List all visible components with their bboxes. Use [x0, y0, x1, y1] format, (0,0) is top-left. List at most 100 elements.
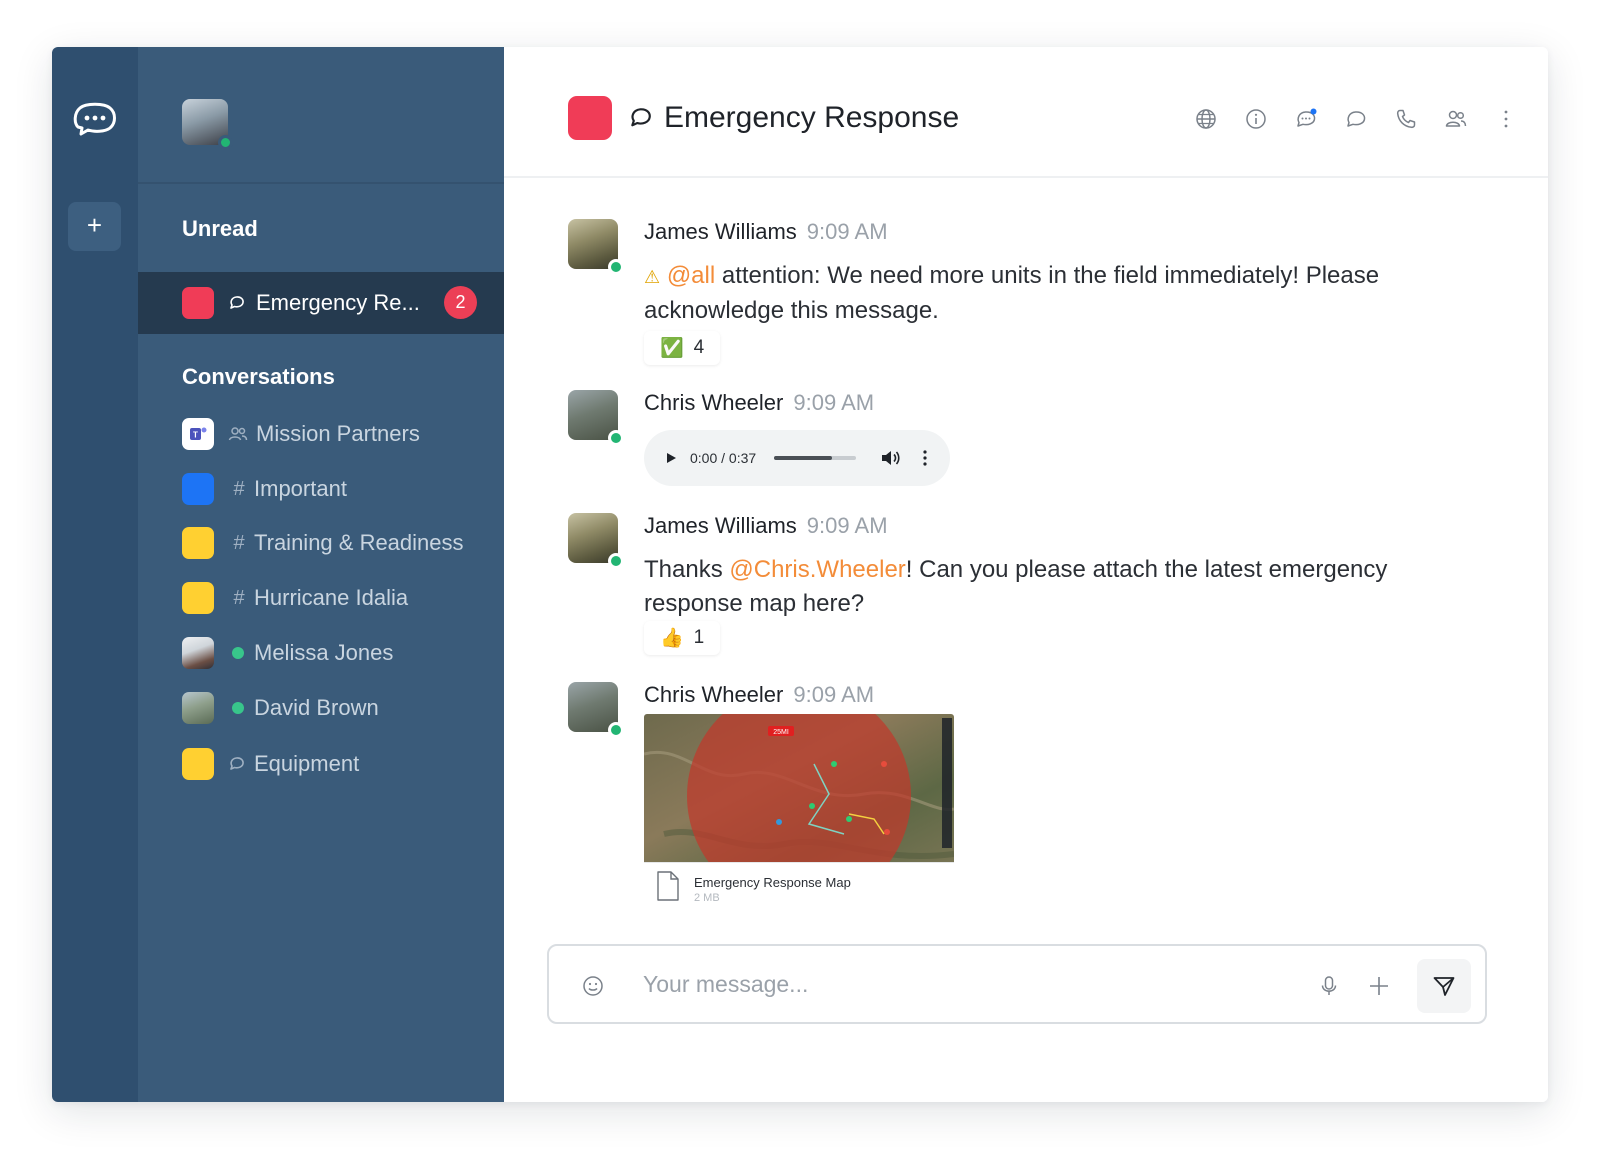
avatar: [182, 637, 214, 669]
message-header: James Williams 9:09 AM: [644, 513, 888, 539]
sidebar-divider: [138, 182, 504, 184]
send-icon: [1433, 977, 1455, 996]
phone-icon[interactable]: [1394, 107, 1418, 131]
online-status-icon: [608, 722, 624, 738]
sidebar-item-label: David Brown: [254, 695, 379, 720]
sidebar-item-mission-partners[interactable]: T Mission Partners: [182, 414, 502, 454]
sidebar-item-important[interactable]: # Important: [182, 469, 502, 509]
message-body: Thanks @Chris.Wheeler! Can you please at…: [644, 553, 1444, 621]
room-avatar: [182, 473, 214, 505]
message: James Williams 9:09 AM ⚠ @all attention: …: [568, 219, 1468, 369]
message-input[interactable]: [643, 966, 1283, 1002]
app-window: + Unread Emergency Re... 2 Conversations…: [52, 47, 1548, 1102]
message-author[interactable]: James Williams: [644, 513, 797, 538]
online-status-icon: [218, 135, 233, 150]
page-title: Emergency Response: [664, 101, 960, 134]
sidebar-item-training-readiness[interactable]: # Training & Readiness: [182, 523, 502, 563]
message-author[interactable]: Chris Wheeler: [644, 682, 783, 707]
sidebar-item-label: Important: [254, 476, 347, 501]
mention-user[interactable]: @Chris.Wheeler: [729, 556, 905, 583]
warning-icon: ⚠: [644, 267, 661, 287]
chat-logo-icon[interactable]: [72, 99, 118, 137]
sidebar-item-label: Training & Readiness: [254, 530, 464, 555]
teams-app-icon: T: [182, 418, 214, 450]
svg-text:T: T: [193, 431, 198, 440]
threads-icon[interactable]: [1294, 107, 1318, 131]
sidebar-item-label: Equipment: [254, 751, 360, 776]
online-status-icon: [608, 259, 624, 275]
audio-options-icon[interactable]: [922, 449, 928, 467]
emoji-icon[interactable]: [581, 974, 605, 998]
avatar[interactable]: [568, 513, 624, 569]
file-size: 2 MB: [694, 892, 720, 904]
file-name: Emergency Response Map: [694, 875, 851, 890]
hash-icon: #: [233, 586, 245, 609]
hash-icon: #: [233, 531, 245, 554]
create-new-button[interactable]: +: [68, 202, 121, 251]
plus-icon[interactable]: [1367, 974, 1391, 998]
unread-section-title: Unread: [182, 216, 258, 241]
members-icon[interactable]: [1444, 107, 1468, 131]
message-time: 9:09 AM: [793, 682, 875, 707]
workspace-rail: +: [52, 47, 138, 1102]
sidebar-item-hurricane-idalia[interactable]: # Hurricane Idalia: [182, 578, 502, 618]
conversations-section-title: Conversations: [182, 364, 335, 389]
message: Chris Wheeler 9:09 AM 25MI Emergency Res…: [568, 682, 1468, 914]
send-button[interactable]: [1417, 959, 1471, 1013]
sidebar-item-label: Hurricane Idalia: [254, 585, 409, 610]
discussion-icon: [230, 757, 244, 770]
mention-all[interactable]: @all: [667, 262, 715, 289]
reaction-thumbs-up[interactable]: 👍 1: [644, 621, 721, 655]
discussion-icon: [631, 108, 651, 127]
user-avatar[interactable]: [182, 99, 233, 150]
sidebar-item-label: Melissa Jones: [254, 640, 394, 665]
message-body: ⚠ @all attention: We need more units in …: [644, 259, 1444, 328]
play-icon[interactable]: [664, 451, 678, 465]
sidebar-item-emergency-response[interactable]: Emergency Re... 2: [138, 272, 504, 334]
reaction-checkmark[interactable]: ✅ 4: [644, 331, 721, 365]
sidebar-item-label: Mission Partners: [256, 421, 420, 446]
audio-progress-fill: [774, 456, 832, 460]
message-header: James Williams 9:09 AM: [644, 219, 888, 245]
map-radius-label: 25MI: [773, 729, 789, 736]
microphone-icon[interactable]: [1317, 974, 1341, 998]
avatar[interactable]: [568, 682, 624, 738]
room-avatar: [182, 527, 214, 559]
message-composer: [547, 944, 1487, 1024]
volume-icon[interactable]: [880, 449, 900, 467]
message-author[interactable]: Chris Wheeler: [644, 390, 783, 415]
thumbs-up-emoji-icon: 👍: [660, 628, 684, 649]
kebab-menu-icon[interactable]: [1494, 107, 1518, 131]
sidebar-item-equipment[interactable]: Equipment: [182, 744, 502, 784]
check-emoji-icon: ✅: [660, 338, 684, 359]
room-sidebar: Unread Emergency Re... 2 Conversations T…: [138, 47, 504, 1102]
discussions-icon[interactable]: [1344, 107, 1368, 131]
message-author[interactable]: James Williams: [644, 219, 797, 244]
info-icon[interactable]: [1244, 107, 1268, 131]
sidebar-item-david-brown[interactable]: David Brown: [182, 688, 502, 728]
message-time: 9:09 AM: [806, 219, 888, 244]
room-avatar: [182, 748, 214, 780]
message: James Williams 9:09 AM Thanks @Chris.Whee…: [568, 513, 1468, 663]
audio-progress-slider[interactable]: [774, 456, 857, 460]
room-header: Emergency Response: [504, 47, 1548, 178]
room-avatar: [568, 96, 612, 140]
globe-icon[interactable]: [1194, 107, 1218, 131]
room-avatar: [182, 582, 214, 614]
message-text: attention: We need more units in the fie…: [644, 262, 1380, 324]
audio-player: 0:00 / 0:37: [644, 430, 950, 486]
file-attachment[interactable]: Emergency Response Map 2 MB: [644, 862, 954, 908]
room-avatar: [182, 287, 214, 319]
message: Chris Wheeler 9:09 AM 0:00 / 0:37: [568, 390, 1468, 500]
avatar[interactable]: [568, 390, 624, 446]
header-toolbar: [1194, 107, 1518, 131]
avatar[interactable]: [568, 219, 624, 275]
message-text: Thanks: [644, 556, 730, 583]
online-status-icon: [232, 647, 244, 659]
message-time: 9:09 AM: [793, 390, 875, 415]
hash-icon: #: [233, 477, 245, 500]
message-time: 9:09 AM: [806, 513, 888, 538]
sidebar-item-melissa-jones[interactable]: Melissa Jones: [182, 633, 502, 673]
reaction-count: 4: [693, 337, 705, 358]
chat-main: Emergency Response James Williams 9:09 AM…: [504, 47, 1548, 1102]
